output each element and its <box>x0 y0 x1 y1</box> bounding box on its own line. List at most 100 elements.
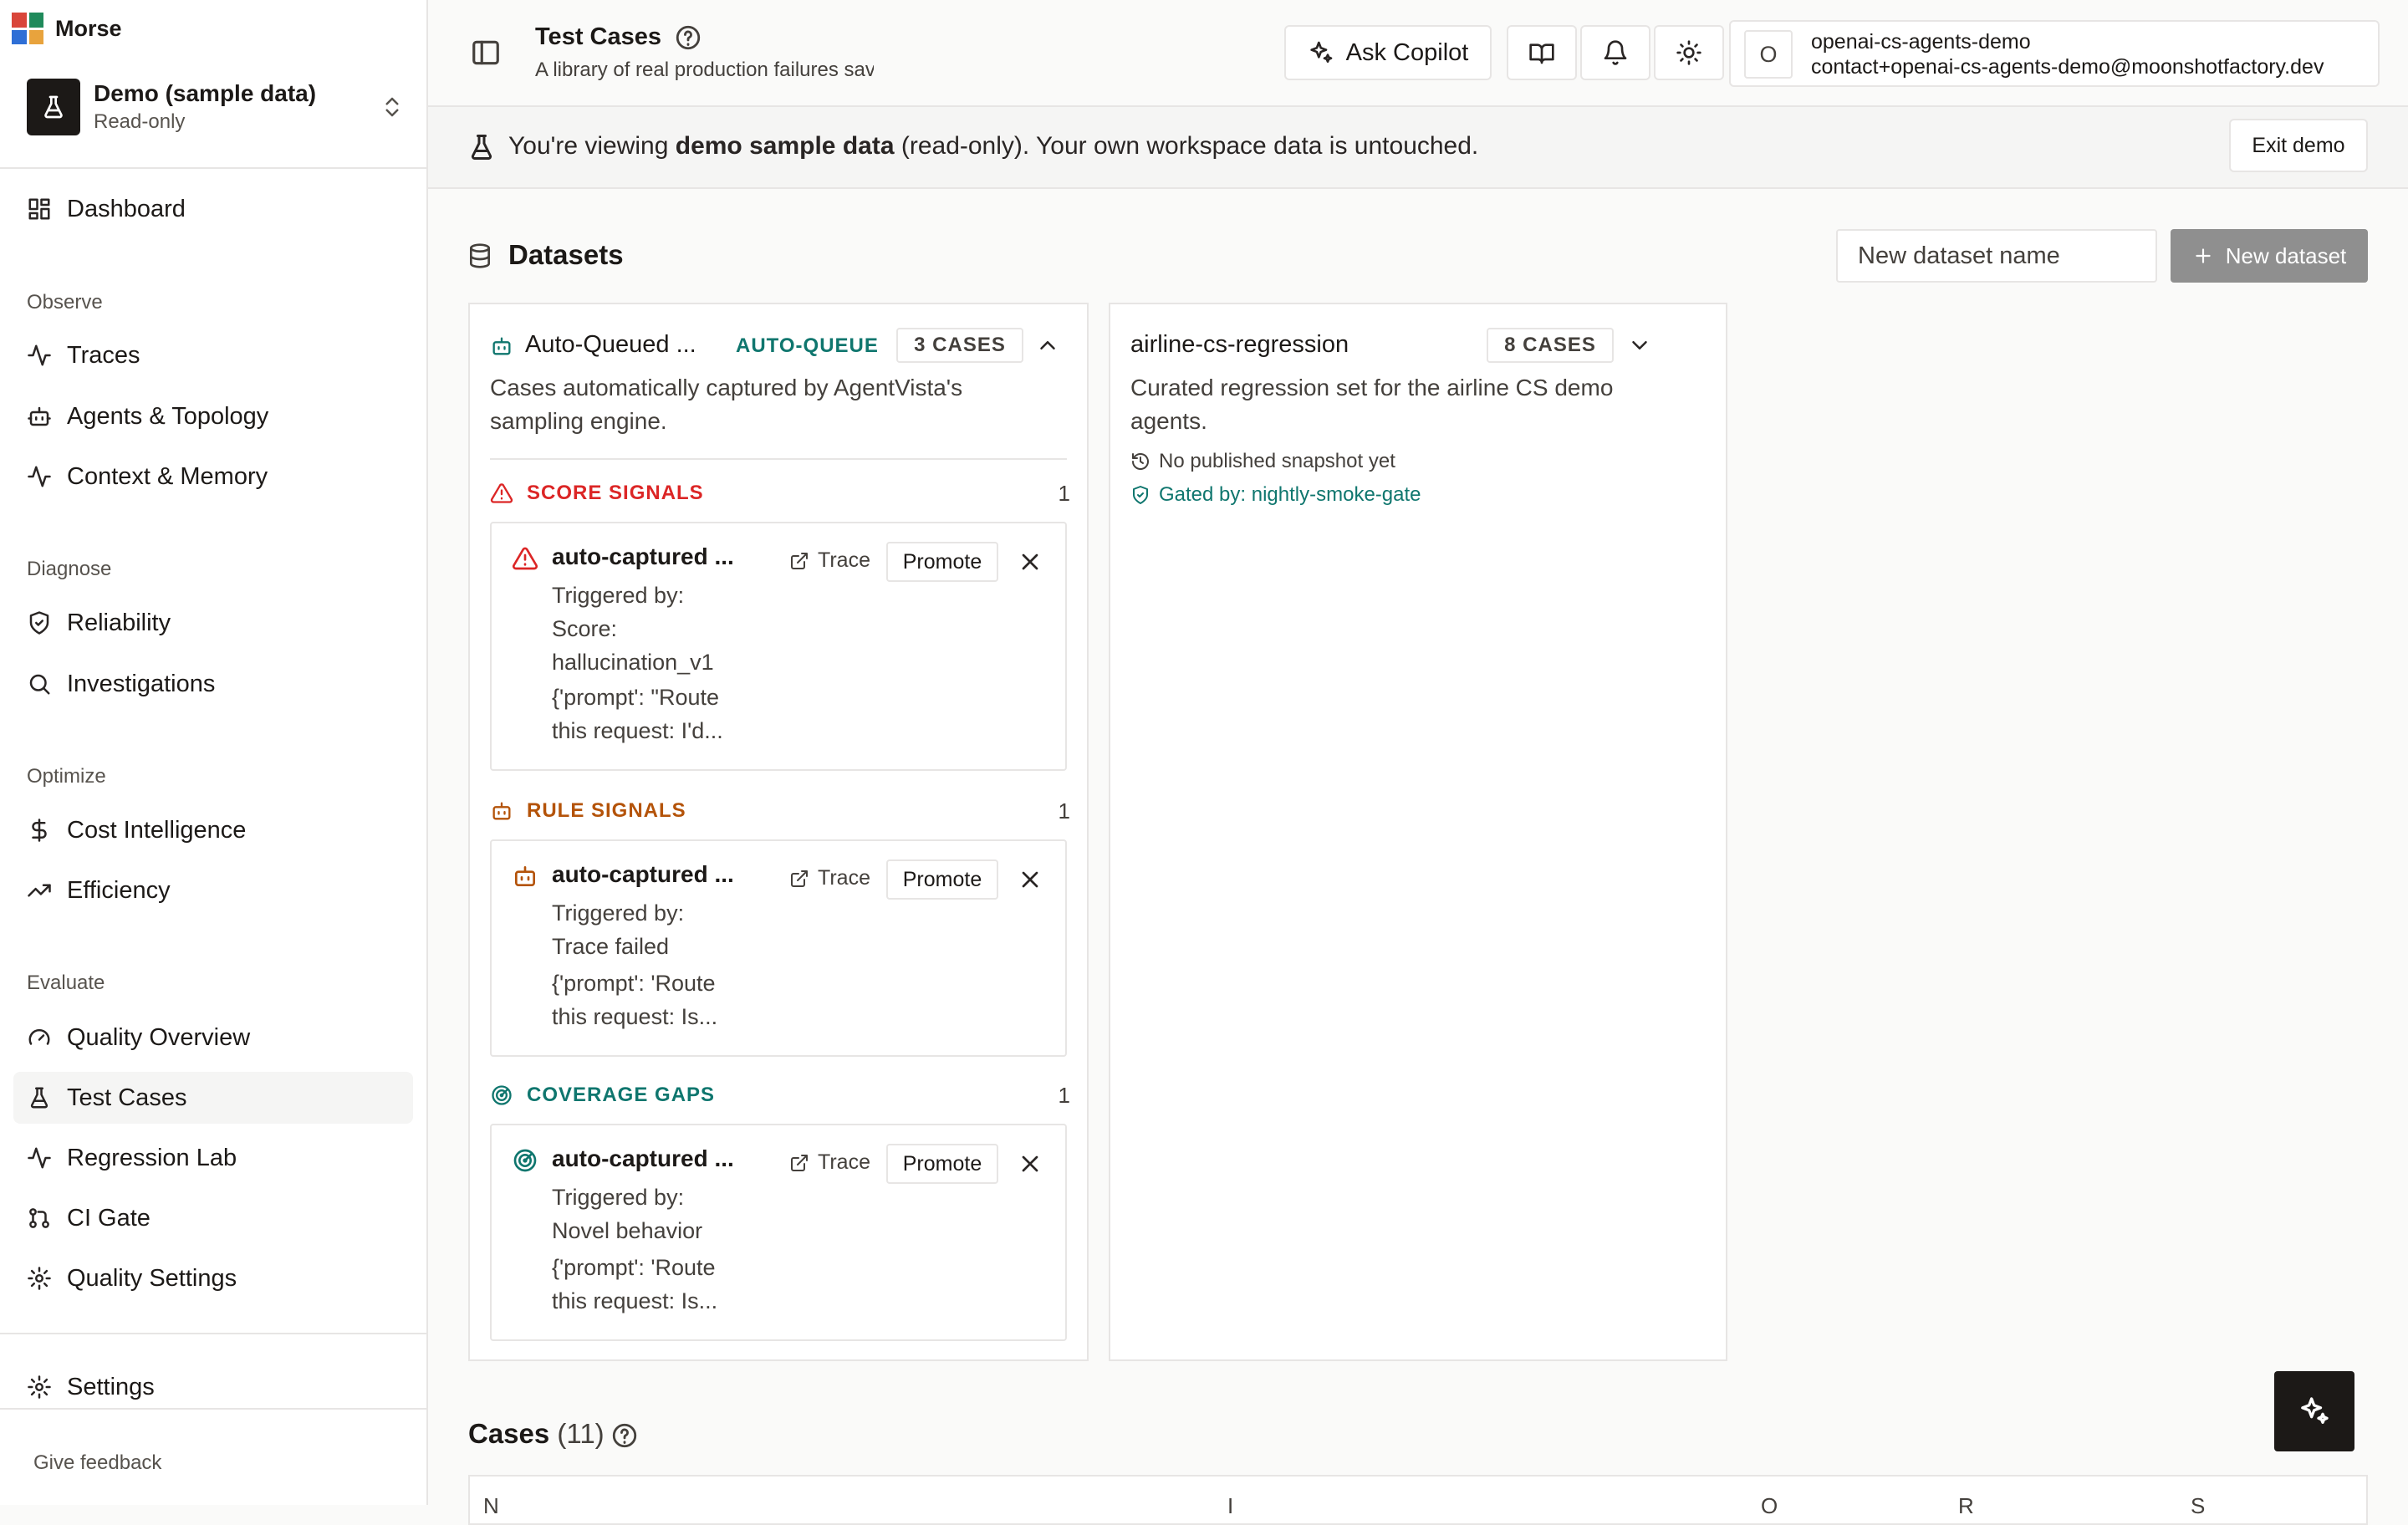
external-link-icon <box>791 1154 808 1171</box>
demo-banner-bold: demo sample data <box>675 132 895 160</box>
flask-icon <box>30 1087 48 1109</box>
brand-name: Morse <box>55 15 122 41</box>
case-title[interactable]: auto-captured ... <box>552 861 734 888</box>
dataset-card-auto-queue: Auto-Queued ... AUTO-QUEUE 3 CASES Cases… <box>468 303 1089 1361</box>
group-coverage-gaps[interactable]: COVERAGE GAPS 1 <box>490 1080 1070 1110</box>
sidebar-toggle-icon[interactable] <box>470 37 502 69</box>
database-icon <box>470 243 490 268</box>
cases-count: (11) <box>557 1418 605 1449</box>
close-icon[interactable] <box>1017 548 1043 575</box>
close-icon[interactable] <box>1017 866 1043 893</box>
section-evaluate: Evaluate <box>27 972 105 994</box>
bot-icon <box>28 406 51 426</box>
shield-check-icon <box>29 611 49 635</box>
sidebar-item-label: Regression Lab <box>67 1144 237 1171</box>
workspace-switcher[interactable]: Demo (sample data) Read-only <box>27 75 411 139</box>
brand[interactable]: Morse <box>12 13 122 44</box>
gauge-icon <box>28 1028 50 1045</box>
sparkles-icon <box>2301 1397 2329 1424</box>
ask-copilot-button[interactable]: Ask Copilot <box>1284 25 1492 80</box>
demo-banner: You're viewing demo sample data (read-on… <box>428 107 2408 189</box>
promote-button[interactable]: Promote <box>886 542 998 582</box>
snapshot-text: No published snapshot yet <box>1159 450 1395 472</box>
trace-label: Trace <box>818 1150 870 1174</box>
case-title[interactable]: auto-captured ... <box>552 543 734 570</box>
notifications-button[interactable] <box>1580 25 1650 80</box>
group-label: COVERAGE GAPS <box>527 1084 716 1106</box>
trace-label: Trace <box>818 548 870 572</box>
workspace-mode: Read-only <box>94 110 186 133</box>
group-score-signals[interactable]: SCORE SIGNALS 1 <box>490 478 1070 508</box>
sidebar-item-label: Agents & Topology <box>67 402 269 430</box>
column-header[interactable]: S <box>2191 1493 2205 1519</box>
avatar: O <box>1744 30 1793 79</box>
alert-triangle-icon <box>512 547 538 570</box>
help-icon[interactable] <box>610 1421 639 1450</box>
cases-title: Cases (11) <box>468 1418 605 1449</box>
sidebar-item-efficiency[interactable]: Efficiency <box>13 865 413 916</box>
sidebar-item-test-cases[interactable]: Test Cases <box>13 1072 413 1124</box>
chevron-down-icon[interactable] <box>1627 333 1652 358</box>
docs-button[interactable] <box>1507 25 1577 80</box>
flask-icon <box>471 135 492 160</box>
sidebar-item-settings[interactable]: Settings <box>13 1361 413 1413</box>
dataset-card-airline-cs-regression[interactable]: airline-cs-regression 8 CASES Curated re… <box>1109 303 1727 1361</box>
give-feedback-link[interactable]: Give feedback <box>33 1451 161 1475</box>
sidebar-item-context[interactable]: Context & Memory <box>13 451 413 502</box>
sidebar-item-quality-overview[interactable]: Quality Overview <box>13 1012 413 1063</box>
group-rule-signals[interactable]: RULE SIGNALS 1 <box>490 796 1070 826</box>
sidebar-item-dashboard[interactable]: Dashboard <box>13 183 413 235</box>
account-menu[interactable]: O openai-cs-agents-demo contact+openai-c… <box>1729 20 2380 87</box>
trace-link[interactable]: Trace <box>789 866 870 890</box>
section-observe: Observe <box>27 291 103 314</box>
column-header[interactable]: O <box>1761 1493 1778 1519</box>
external-link-icon <box>791 870 808 887</box>
divider <box>0 1408 426 1410</box>
bell-icon <box>1604 40 1627 65</box>
chevron-up-icon[interactable] <box>1035 333 1060 358</box>
queued-case-card: auto-captured ... Triggered by: Trace fa… <box>490 839 1067 1057</box>
case-prompt: {'prompt': "Route this request: I'd... <box>552 685 723 743</box>
trace-link[interactable]: Trace <box>789 1150 870 1175</box>
section-diagnose: Diagnose <box>27 558 112 580</box>
dataset-name[interactable]: airline-cs-regression <box>1130 331 1349 359</box>
exit-demo-button[interactable]: Exit demo <box>2229 119 2368 172</box>
close-icon[interactable] <box>1017 1150 1043 1177</box>
demo-banner-text: You're viewing demo sample data (read-on… <box>508 132 1479 160</box>
sidebar-item-traces[interactable]: Traces <box>13 329 413 381</box>
help-icon[interactable] <box>674 23 702 52</box>
copilot-fab-button[interactable] <box>2274 1371 2354 1451</box>
sidebar-item-label: Reliability <box>67 609 171 636</box>
dataset-description: Curated regression set for the airline C… <box>1130 375 1614 434</box>
case-prompt: {'prompt': 'Route this request: Is... <box>552 1255 718 1313</box>
promote-button[interactable]: Promote <box>886 859 998 900</box>
sidebar-item-cost[interactable]: Cost Intelligence <box>13 804 413 856</box>
sidebar-item-label: Test Cases <box>67 1084 187 1111</box>
trace-link[interactable]: Trace <box>789 548 870 573</box>
ask-copilot-label: Ask Copilot <box>1345 38 1469 66</box>
promote-button[interactable]: Promote <box>886 1144 998 1184</box>
column-header[interactable]: I <box>1227 1493 1233 1519</box>
column-header[interactable]: R <box>1958 1493 1974 1519</box>
divider <box>0 167 426 169</box>
trending-up-icon <box>28 884 51 897</box>
page-subtitle: A library of real production failures sa… <box>535 59 874 81</box>
theme-toggle-button[interactable] <box>1654 25 1724 80</box>
group-count: 1 <box>1058 798 1070 824</box>
book-open-icon <box>1529 43 1554 64</box>
sidebar-item-regression-lab[interactable]: Regression Lab <box>13 1132 413 1184</box>
sidebar-item-reliability[interactable]: Reliability <box>13 597 413 649</box>
sidebar-item-quality-settings[interactable]: Quality Settings <box>13 1252 413 1304</box>
sidebar-item-agents[interactable]: Agents & Topology <box>13 390 413 442</box>
column-header[interactable]: N <box>483 1493 499 1519</box>
sidebar-item-ci-gate[interactable]: CI Gate <box>13 1192 413 1244</box>
gated-by-link[interactable]: Gated by: nightly-smoke-gate <box>1130 483 1421 507</box>
case-title[interactable]: auto-captured ... <box>552 1145 734 1172</box>
cases-table: N I O R S <box>468 1475 2368 1525</box>
sidebar: Morse Demo (sample data) Read-only Dashb… <box>0 0 428 1505</box>
new-dataset-name-input[interactable] <box>1836 229 2157 283</box>
dataset-name[interactable]: Auto-Queued ... <box>525 331 696 359</box>
case-count-badge: 8 CASES <box>1487 328 1614 363</box>
sidebar-item-investigations[interactable]: Investigations <box>13 658 413 710</box>
new-dataset-button[interactable]: New dataset <box>2171 229 2368 283</box>
